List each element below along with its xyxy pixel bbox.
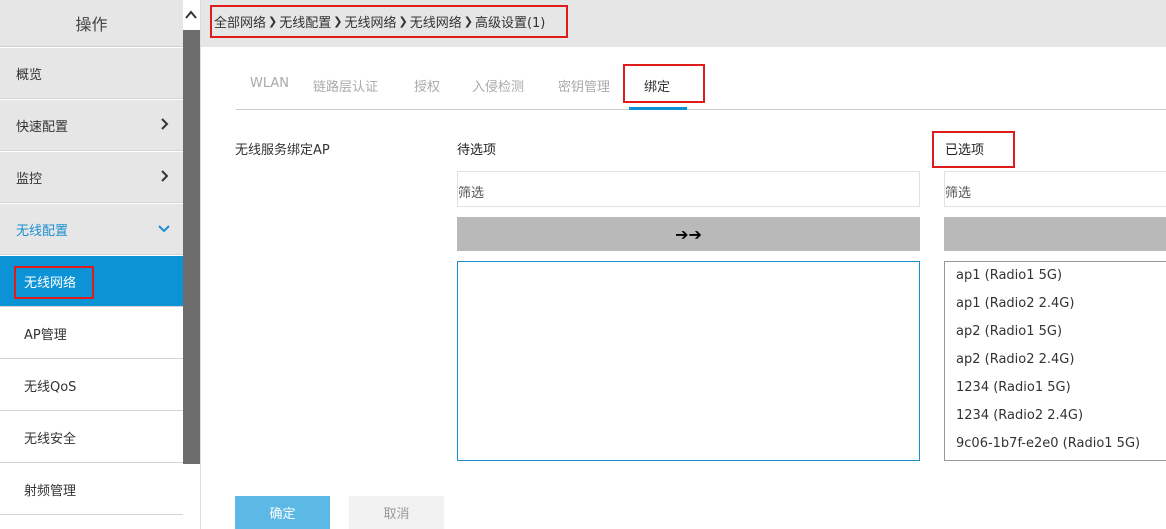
highlight-box [932,131,1015,168]
active-tab-indicator [629,107,687,110]
sidebar-header: 操作 [0,0,183,47]
tab-link-auth[interactable]: 链路层认证 [313,76,378,95]
list-item[interactable]: 9c06-1b7f-e2e0 (Radio1 5G) [956,436,1140,451]
chevron-right-icon [157,169,171,183]
move-all-right-button[interactable]: ➔➔ [457,217,920,251]
sidebar-item-label: 无线安全 [24,431,77,447]
tab-key-management[interactable]: 密钥管理 [558,76,610,95]
sidebar-item-radio-management[interactable]: 射频管理 [0,464,183,515]
sidebar-item-label: 无线配置 [16,223,69,239]
sidebar-item-label: 无线QoS [24,379,77,395]
ok-button[interactable]: 确定 [235,496,330,529]
available-filter-input[interactable]: 筛选 [457,171,920,207]
filter-placeholder: 筛选 [945,186,972,201]
sidebar-item-quick-config[interactable]: 快速配置 [0,100,183,151]
highlight-box [14,266,94,299]
list-item[interactable]: 1234 (Radio2 2.4G) [956,408,1083,423]
sidebar-item-overview[interactable]: 概览 [0,48,183,99]
double-arrow-right-icon: ➔➔ [675,224,702,244]
move-all-left-button[interactable] [944,217,1166,251]
sidebar-item-wireless-security[interactable]: 无线安全 [0,412,183,463]
list-item[interactable]: ap2 (Radio2 2.4G) [956,352,1074,367]
tab-authorization[interactable]: 授权 [414,76,440,95]
highlight-box [210,5,568,38]
sidebar-item-label: 射频管理 [24,483,77,499]
filter-placeholder: 筛选 [458,186,485,201]
sidebar-item-wireless-config[interactable]: 无线配置 [0,204,183,255]
sidebar-item-label: 快速配置 [16,119,69,135]
list-item[interactable]: ap1 (Radio1 5G) [956,268,1062,283]
list-item[interactable]: ap1 (Radio2 2.4G) [956,296,1074,311]
tab-intrusion-detection[interactable]: 入侵检测 [472,76,524,95]
highlight-box [623,64,705,103]
available-list[interactable] [457,261,920,461]
tab-wlan[interactable]: WLAN [250,76,289,91]
sidebar-item-ap-management[interactable]: AP管理 [0,308,183,359]
scrollbar-thumb[interactable] [183,30,200,464]
cancel-button[interactable]: 取消 [349,496,444,529]
selected-list[interactable]: ap1 (Radio1 5G) ap1 (Radio2 2.4G) ap2 (R… [944,261,1166,461]
field-label: 无线服务绑定AP [235,143,330,158]
available-title: 待选项 [457,143,497,158]
sidebar-item-label: AP管理 [24,327,67,343]
chevron-up-icon[interactable] [184,8,198,22]
sidebar: 操作 概览 快速配置 监控 无线配置 无线网络 AP管理 无线QoS 无线安全 … [0,0,201,529]
selected-filter-input[interactable]: 筛选 [944,171,1166,207]
list-item[interactable]: 1234 (Radio1 5G) [956,380,1071,395]
sidebar-item-wireless-qos[interactable]: 无线QoS [0,360,183,411]
sidebar-item-label: 概览 [16,67,43,83]
chevron-down-icon [157,221,171,235]
sidebar-item-label: 监控 [16,171,43,187]
chevron-right-icon [157,117,171,131]
sidebar-item-monitor[interactable]: 监控 [0,152,183,203]
list-item[interactable]: ap2 (Radio1 5G) [956,324,1062,339]
